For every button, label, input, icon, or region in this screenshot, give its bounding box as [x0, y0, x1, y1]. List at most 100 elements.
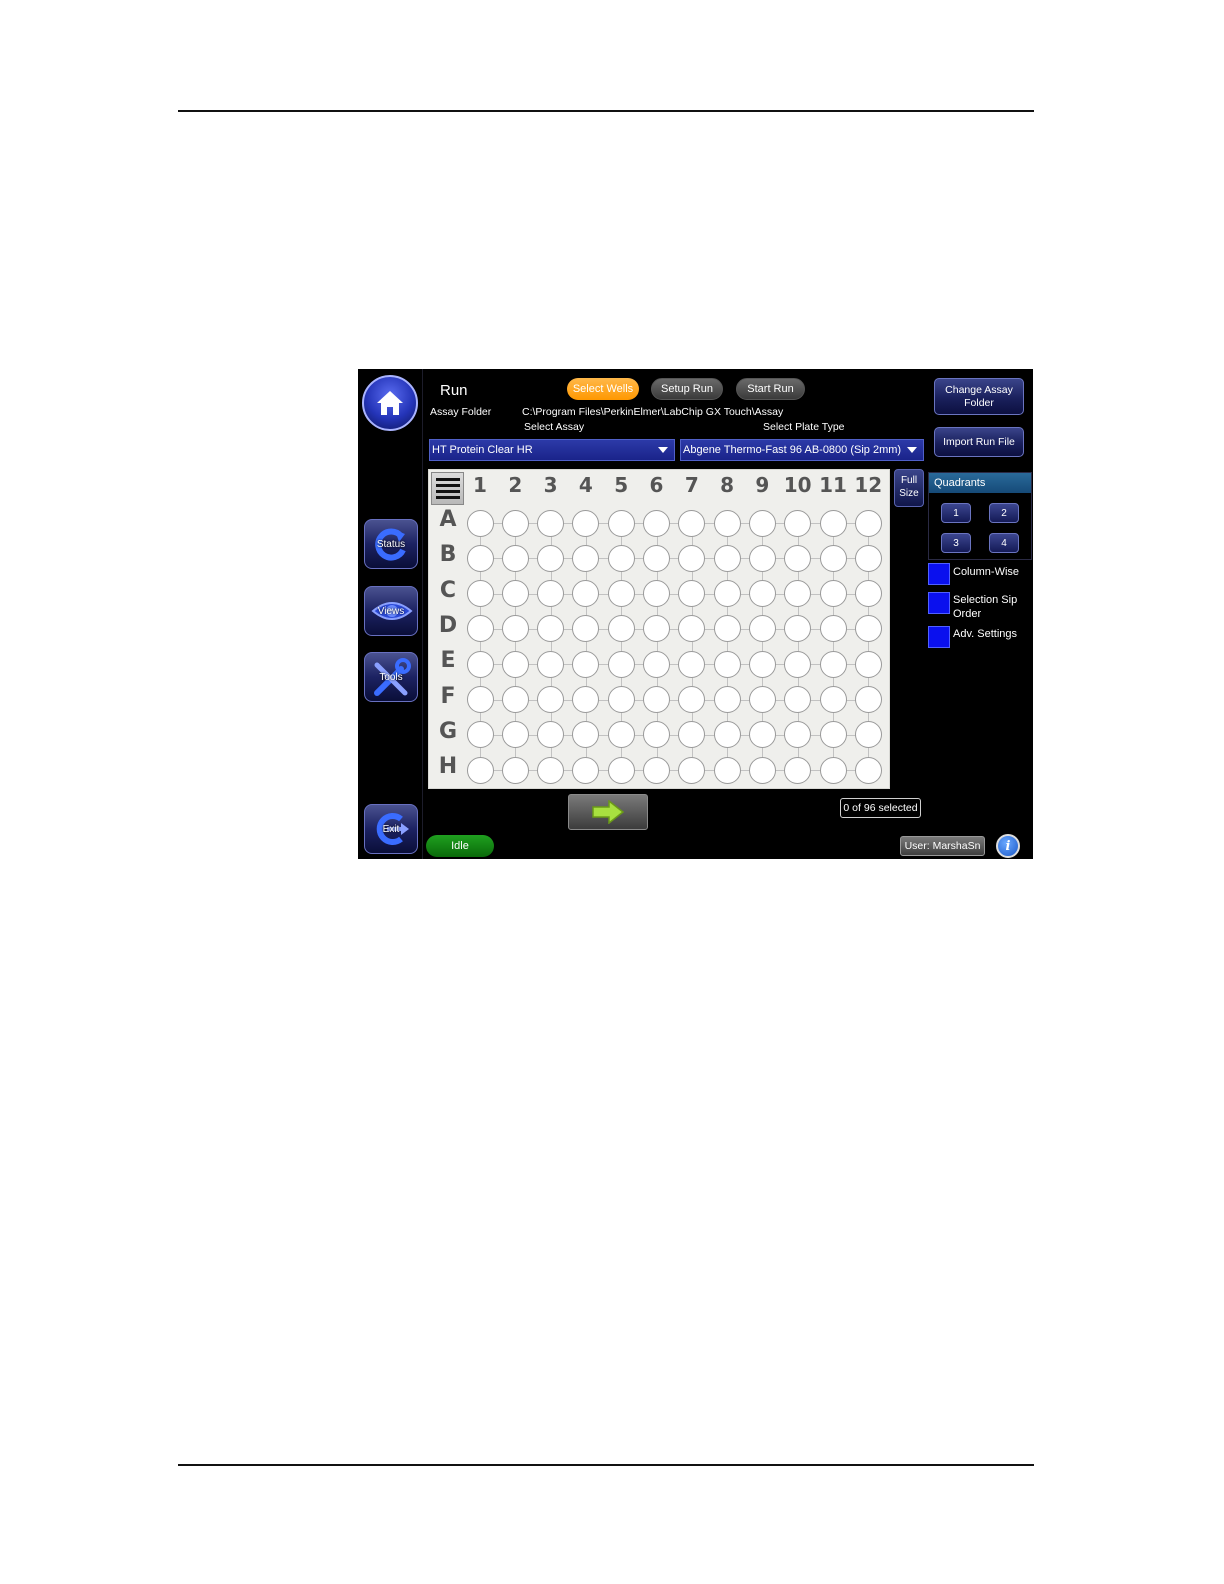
well-B12[interactable]: [854, 544, 882, 572]
well-H3[interactable]: [537, 756, 565, 784]
quadrant-2-button[interactable]: 2: [989, 503, 1019, 523]
well-G1[interactable]: [466, 721, 494, 749]
well-C12[interactable]: [854, 580, 882, 608]
selection-sip-order-checkbox[interactable]: [928, 592, 950, 614]
well-A12[interactable]: [854, 509, 882, 537]
column-header[interactable]: 5: [604, 473, 639, 497]
well-E2[interactable]: [501, 650, 529, 678]
user-button[interactable]: User: MarshaSn: [900, 836, 985, 856]
well-G5[interactable]: [607, 721, 635, 749]
well-F6[interactable]: [643, 686, 670, 713]
well-H1[interactable]: [466, 756, 494, 784]
row-header[interactable]: E: [431, 648, 465, 673]
well-H12[interactable]: [854, 756, 882, 784]
well-E9[interactable]: [748, 650, 776, 678]
well-E5[interactable]: [607, 650, 635, 678]
quadrant-3-button[interactable]: 3: [941, 533, 971, 553]
row-header[interactable]: C: [431, 578, 465, 603]
column-header[interactable]: 12: [851, 473, 886, 497]
well-H8[interactable]: [713, 756, 741, 784]
well-C4[interactable]: [572, 580, 600, 608]
well-H9[interactable]: [748, 756, 776, 784]
well-D8[interactable]: [713, 615, 741, 643]
well-F3[interactable]: [537, 686, 565, 713]
tab-start-run[interactable]: Start Run: [736, 378, 805, 400]
well-A3[interactable]: [537, 509, 565, 537]
well-A7[interactable]: [678, 509, 706, 537]
well-B2[interactable]: [501, 544, 529, 572]
well-D5[interactable]: [607, 615, 635, 643]
exit-button[interactable]: Exit: [364, 804, 418, 854]
adv-settings-checkbox[interactable]: [928, 626, 950, 648]
select-all-menu-button[interactable]: [431, 472, 464, 505]
well-C1[interactable]: [466, 580, 494, 608]
well-D4[interactable]: [572, 615, 600, 643]
well-D1[interactable]: [466, 615, 494, 643]
well-A9[interactable]: [748, 509, 776, 537]
well-D7[interactable]: [678, 615, 706, 643]
well-F12[interactable]: [854, 686, 882, 713]
well-H4[interactable]: [572, 756, 600, 784]
well-E8[interactable]: [713, 650, 741, 678]
well-A2[interactable]: [501, 509, 529, 537]
well-B5[interactable]: [607, 544, 635, 572]
views-button[interactable]: Views: [364, 586, 418, 636]
well-C2[interactable]: [501, 580, 529, 608]
well-H2[interactable]: [501, 756, 529, 784]
well-E11[interactable]: [819, 650, 847, 678]
well-H6[interactable]: [643, 756, 670, 784]
well-A4[interactable]: [572, 509, 600, 537]
well-C7[interactable]: [678, 580, 706, 608]
well-F5[interactable]: [607, 686, 635, 713]
well-A1[interactable]: [466, 509, 494, 537]
well-E6[interactable]: [643, 650, 670, 678]
column-header[interactable]: 6: [639, 473, 674, 497]
column-header[interactable]: 1: [463, 473, 498, 497]
well-E12[interactable]: [854, 650, 882, 678]
well-B9[interactable]: [748, 544, 776, 572]
well-A8[interactable]: [713, 509, 741, 537]
well-D6[interactable]: [643, 615, 670, 643]
well-G7[interactable]: [678, 721, 706, 749]
tab-setup-run[interactable]: Setup Run: [651, 378, 723, 400]
import-run-file-button[interactable]: Import Run File: [934, 427, 1024, 457]
well-F9[interactable]: [748, 686, 776, 713]
well-E10[interactable]: [784, 650, 812, 678]
well-B6[interactable]: [643, 544, 670, 572]
well-C9[interactable]: [748, 580, 776, 608]
home-button[interactable]: [362, 375, 418, 431]
column-header[interactable]: 10: [780, 473, 815, 497]
well-B7[interactable]: [678, 544, 706, 572]
well-D2[interactable]: [501, 615, 529, 643]
well-E3[interactable]: [537, 650, 565, 678]
well-E1[interactable]: [466, 650, 494, 678]
well-G4[interactable]: [572, 721, 600, 749]
column-header[interactable]: 2: [498, 473, 533, 497]
row-header[interactable]: B: [431, 542, 465, 567]
column-header[interactable]: 3: [533, 473, 568, 497]
well-C6[interactable]: [643, 580, 670, 608]
well-F11[interactable]: [819, 686, 847, 713]
well-F2[interactable]: [501, 686, 529, 713]
well-B11[interactable]: [819, 544, 847, 572]
column-header[interactable]: 4: [568, 473, 603, 497]
status-button[interactable]: Status: [364, 519, 418, 569]
well-D10[interactable]: [784, 615, 812, 643]
well-B3[interactable]: [537, 544, 565, 572]
well-A10[interactable]: [784, 509, 812, 537]
row-header[interactable]: D: [431, 613, 465, 638]
well-G8[interactable]: [713, 721, 741, 749]
well-B1[interactable]: [466, 544, 494, 572]
info-icon[interactable]: i: [996, 834, 1020, 858]
well-A5[interactable]: [607, 509, 635, 537]
row-header[interactable]: H: [431, 754, 465, 779]
tools-button[interactable]: Tools: [364, 652, 418, 702]
well-G2[interactable]: [501, 721, 529, 749]
next-button[interactable]: [568, 794, 648, 830]
well-H10[interactable]: [784, 756, 812, 784]
well-C5[interactable]: [607, 580, 635, 608]
assay-select[interactable]: HT Protein Clear HR: [429, 439, 675, 461]
well-G10[interactable]: [784, 721, 812, 749]
column-header[interactable]: 8: [710, 473, 745, 497]
quadrant-1-button[interactable]: 1: [941, 503, 971, 523]
